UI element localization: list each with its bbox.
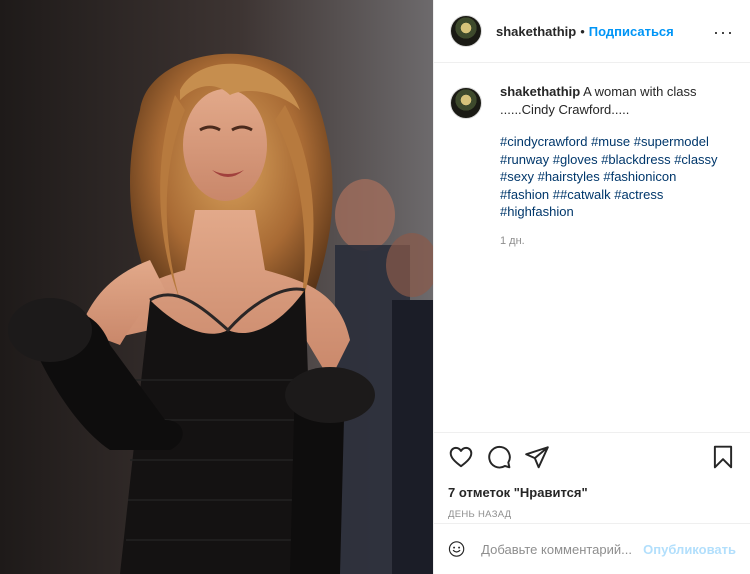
hashtag[interactable]: #cindycrawford xyxy=(500,134,587,149)
publish-button[interactable]: Опубликовать xyxy=(643,542,736,557)
post-header: shakethathip • Подписаться ··· xyxy=(434,0,750,63)
hashtag[interactable]: #fashionicon xyxy=(603,169,676,184)
hashtag[interactable]: #actress xyxy=(614,187,663,202)
caption-body: shakethathip A woman with class ......Ci… xyxy=(500,83,726,250)
post-timestamp: ДЕНЬ НАЗАД xyxy=(448,509,512,520)
hashtag[interactable]: #classy xyxy=(674,152,717,167)
header-username[interactable]: shakethathip xyxy=(496,24,576,39)
smile-icon[interactable] xyxy=(448,537,465,561)
caption-age: 1 дн. xyxy=(500,234,525,247)
separator-dot: • xyxy=(580,23,585,39)
hashtag[interactable]: ##catwalk xyxy=(553,187,611,202)
hashtag[interactable]: #sexy xyxy=(500,169,534,184)
photo-illustration xyxy=(0,0,433,574)
hashtag[interactable]: #highfashion xyxy=(500,204,574,219)
hashtag-list: #cindycrawford #muse #supermodel #runway… xyxy=(500,133,726,221)
likes-count[interactable]: 7 отметок "Нравится" xyxy=(448,485,736,500)
heart-icon[interactable] xyxy=(448,444,474,470)
follow-button[interactable]: Подписаться xyxy=(589,24,674,39)
hashtag[interactable]: #blackdress xyxy=(601,152,670,167)
hashtag[interactable]: #gloves xyxy=(553,152,598,167)
comment-input[interactable] xyxy=(479,540,644,558)
hashtag[interactable]: #fashion xyxy=(500,187,549,202)
hashtag[interactable]: #hairstyles xyxy=(538,169,600,184)
hashtag[interactable]: #muse xyxy=(591,134,630,149)
caption-text-line1: A woman with class xyxy=(583,84,697,99)
hashtag[interactable]: #runway xyxy=(500,152,549,167)
post-sidebar: shakethathip • Подписаться ··· shakethat… xyxy=(433,0,750,574)
instagram-post: shakethathip • Подписаться ··· shakethat… xyxy=(0,0,750,574)
share-icon[interactable] xyxy=(524,444,550,470)
caption-username[interactable]: shakethathip xyxy=(500,84,580,99)
caption: shakethathip A woman with class ......Ci… xyxy=(434,63,750,250)
action-icons xyxy=(448,443,736,471)
action-bar: 7 отметок "Нравится" ДЕНЬ НАЗАД xyxy=(434,432,750,520)
avatar[interactable] xyxy=(450,15,482,47)
hashtag[interactable]: #supermodel xyxy=(634,134,709,149)
caption-avatar[interactable] xyxy=(450,87,482,119)
comment-bar: Опубликовать xyxy=(434,523,750,574)
post-photo[interactable] xyxy=(0,0,433,574)
more-horizontal-icon[interactable]: ··· xyxy=(713,22,734,43)
caption-text-line2: ......Cindy Crawford..... xyxy=(500,101,630,117)
bookmark-icon[interactable] xyxy=(710,444,736,470)
comment-icon[interactable] xyxy=(486,444,512,470)
